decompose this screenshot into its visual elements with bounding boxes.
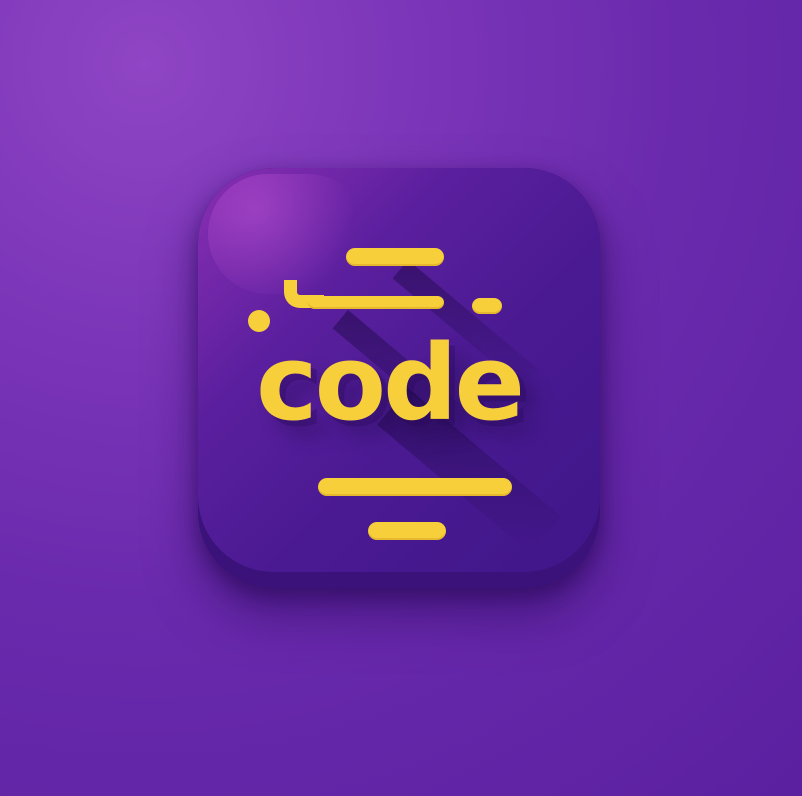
code-app-icon[interactable]: code [198, 168, 600, 588]
icon-face: code [198, 168, 600, 572]
code-wordmark: code [256, 322, 525, 444]
code-line-bottom [318, 478, 512, 496]
code-line-top [346, 248, 444, 266]
code-line-footer [368, 522, 446, 540]
code-line-short [472, 298, 502, 314]
code-line-second [308, 296, 444, 309]
